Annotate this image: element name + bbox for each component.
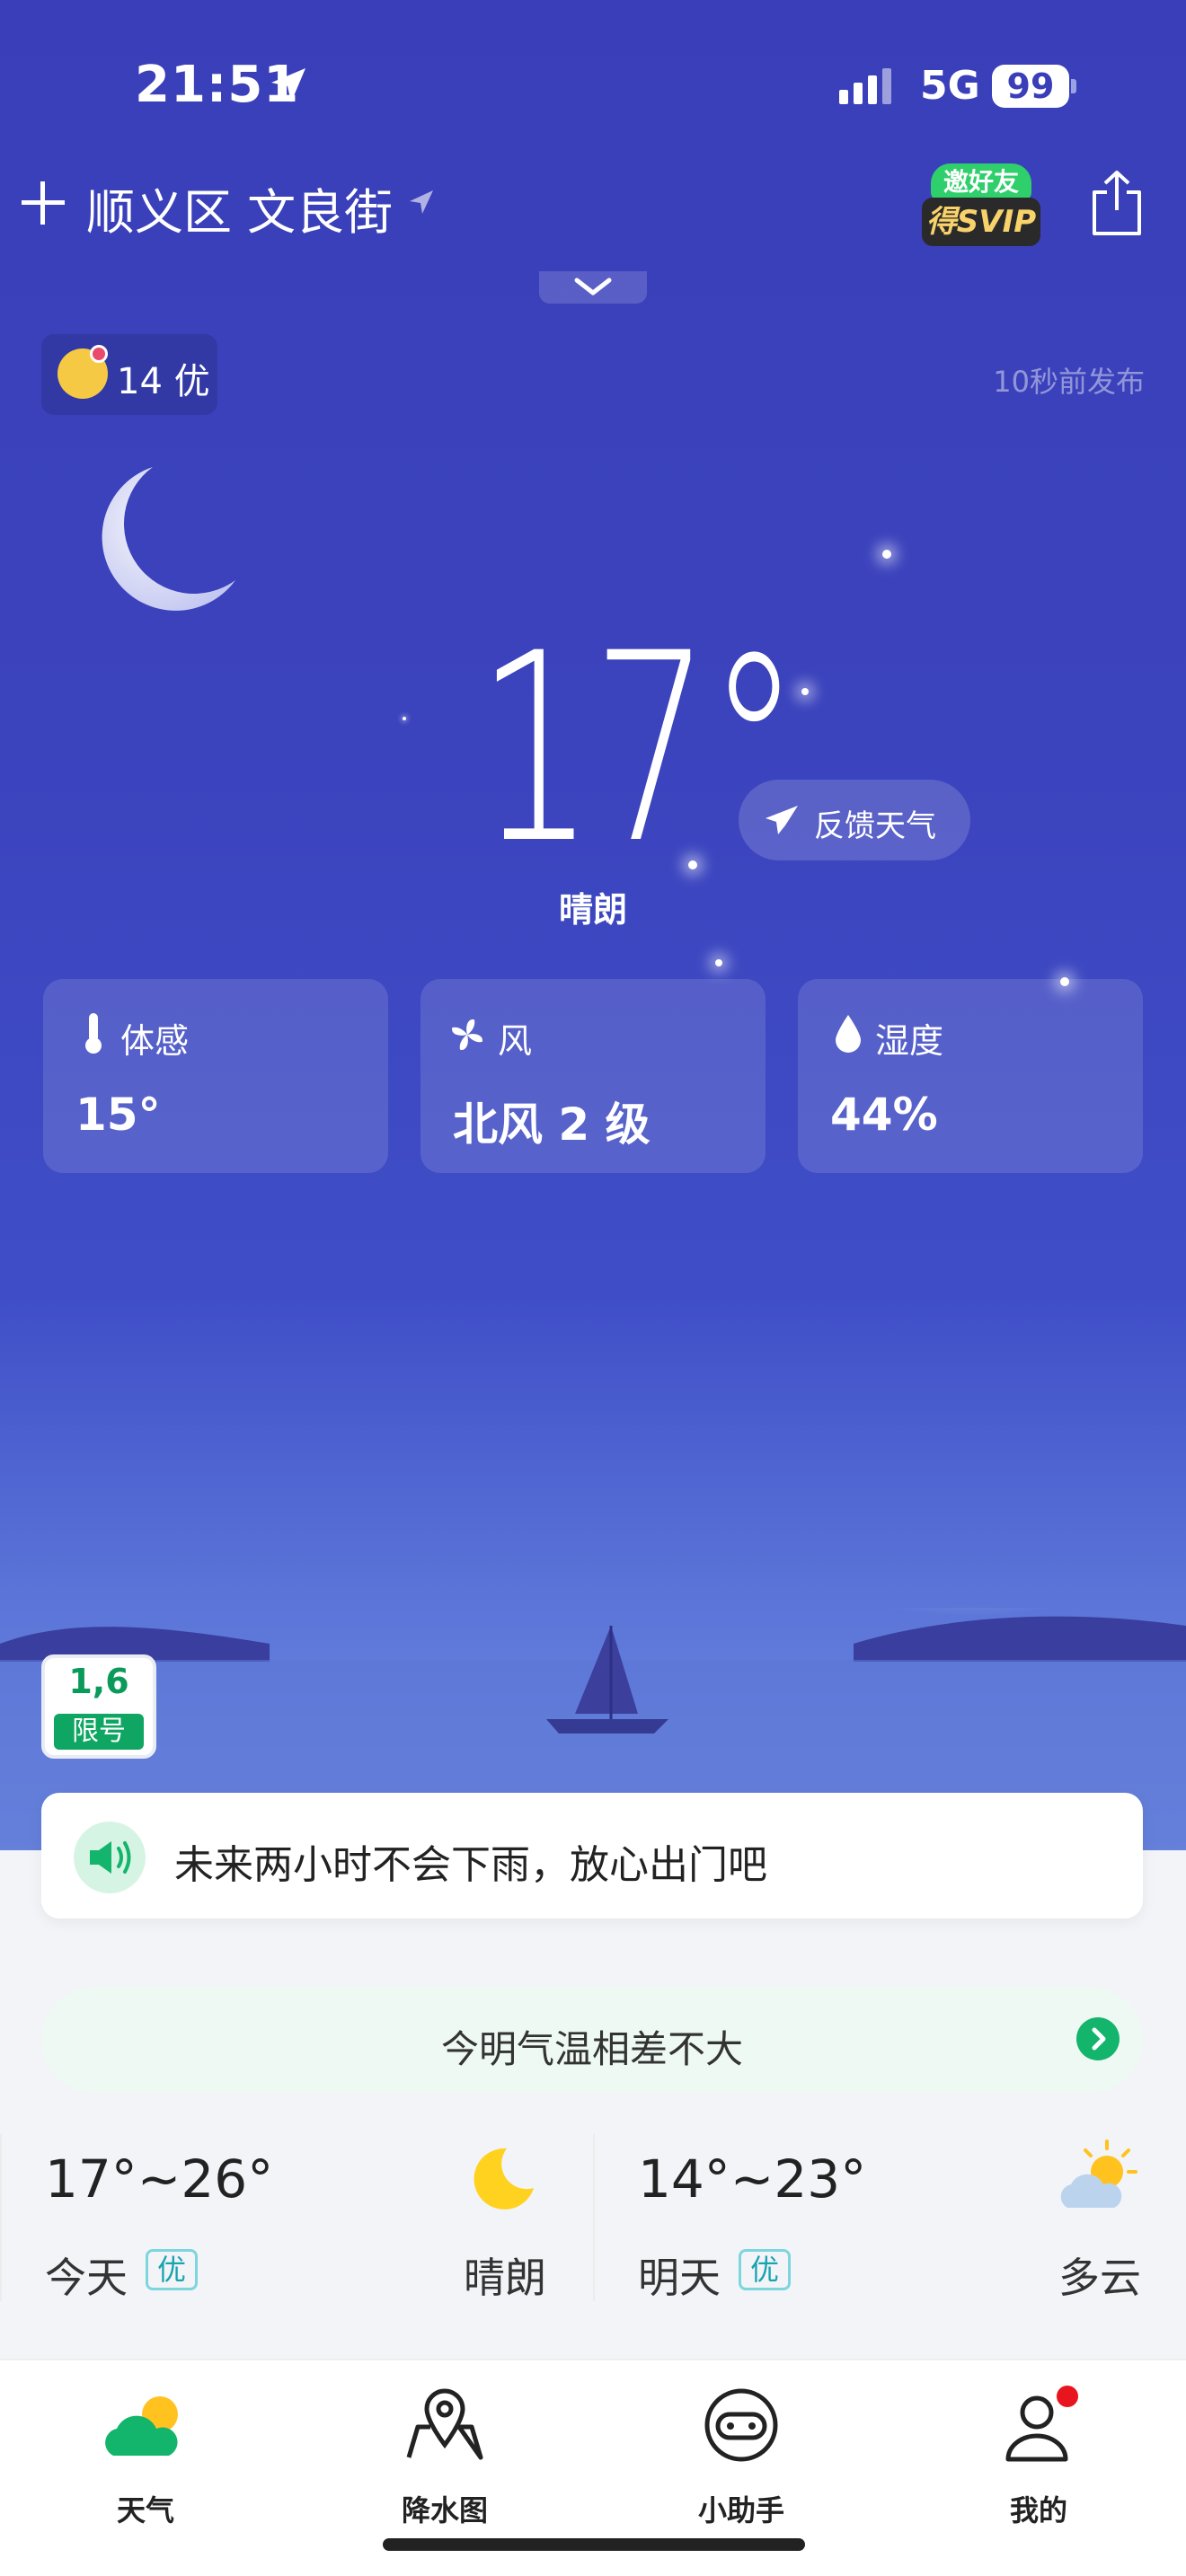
- today-temp-range: 17°~26°: [45, 2148, 274, 2210]
- feedback-weather-button[interactable]: 反馈天气: [739, 780, 970, 860]
- invite-vip-button[interactable]: 邀好友 得SVIP: [922, 163, 1040, 246]
- today-condition: 晴朗: [464, 2254, 546, 2302]
- current-condition: 晴朗: [558, 890, 627, 930]
- home-indicator: [383, 2538, 805, 2551]
- moon-icon: [102, 467, 235, 611]
- today-label: 今天: [45, 2254, 128, 2302]
- tomorrow-label: 明天: [638, 2254, 721, 2302]
- air-quality-badge[interactable]: 14 优: [41, 334, 217, 415]
- publish-time: 10秒前发布: [993, 365, 1145, 399]
- temperature-compare-banner[interactable]: 今明气温相差不大: [41, 1987, 1143, 2093]
- feels-like-label: 体感: [120, 1021, 190, 1061]
- tab-profile-label: 我的: [1009, 2493, 1067, 2527]
- tab-precipitation-label: 降水图: [401, 2493, 488, 2527]
- partly-cloudy-icon: [1060, 2139, 1137, 2208]
- chevron-right-icon: [1076, 2017, 1120, 2060]
- tomorrow-condition: 多云: [1058, 2254, 1141, 2302]
- wind-label: 风: [498, 1021, 533, 1061]
- divider: [0, 2134, 2, 2301]
- network-type: 5G: [920, 63, 980, 109]
- humidity-card[interactable]: 湿度 44%: [798, 979, 1143, 1173]
- traffic-restriction-badge[interactable]: 1,6 限号: [41, 1654, 156, 1759]
- star-icon: [403, 717, 406, 720]
- share-icon[interactable]: [1085, 167, 1148, 239]
- wind-card[interactable]: 风 北风 2 级: [420, 979, 766, 1173]
- battery-level: 99: [992, 65, 1069, 108]
- weather-hero: 21:51 5G 99 顺义区 文良街 邀好友 得SVIP 14 优 10秒前发…: [0, 0, 1186, 1850]
- aqi-value: 14 优: [117, 361, 210, 402]
- moon-icon: [474, 2148, 534, 2210]
- today-forecast[interactable]: 17°~26° 今天 优 晴朗: [45, 2143, 566, 2305]
- vip-invite-label: 邀好友: [931, 163, 1031, 201]
- star-icon: [882, 550, 891, 559]
- feels-like-card[interactable]: 体感 15°: [43, 979, 388, 1173]
- tab-weather-label: 天气: [116, 2493, 174, 2527]
- thermometer-icon: [85, 1013, 102, 1054]
- temperature-compare-text: 今明气温相差不大: [440, 2027, 743, 2071]
- vip-reward-label: 得SVIP: [922, 198, 1040, 246]
- speaker-icon: [74, 1822, 146, 1893]
- cellular-signal-icon: [839, 68, 891, 104]
- restriction-label: 限号: [54, 1714, 144, 1750]
- fan-icon: [452, 1019, 482, 1050]
- location-pin-icon: [410, 190, 433, 214]
- feedback-label: 反馈天气: [814, 808, 936, 844]
- star-icon: [801, 688, 809, 695]
- aqi-alert-dot: [90, 345, 108, 363]
- tomorrow-aqi-badge: 优: [739, 2249, 792, 2290]
- humidity-value: 44%: [830, 1089, 938, 1141]
- feels-like-value: 15°: [75, 1089, 161, 1141]
- water-drop-icon: [836, 1015, 861, 1053]
- today-aqi-badge: 优: [146, 2249, 199, 2290]
- weather-cloud-sun-icon: [105, 2396, 178, 2456]
- wind-value: 北风 2 级: [453, 1098, 651, 1151]
- location-title[interactable]: 顺义区 文良街: [86, 172, 393, 243]
- weather-app-screen: 21:51 5G 99 顺义区 文良街 邀好友 得SVIP 14 优 10秒前发…: [0, 0, 1186, 2576]
- tab-assistant-label: 小助手: [697, 2493, 784, 2527]
- divider: [593, 2134, 595, 2301]
- rain-forecast-card[interactable]: 未来两小时不会下雨，放心出门吧: [41, 1793, 1143, 1919]
- battery-tip: [1071, 79, 1076, 93]
- restriction-numbers: 1,6: [68, 1662, 129, 1701]
- tomorrow-forecast[interactable]: 14°~23° 明天 优 多云: [638, 2139, 1141, 2305]
- chevron-down-icon: [574, 278, 612, 296]
- humidity-label: 湿度: [875, 1021, 944, 1061]
- tomorrow-temp-range: 14°~23°: [638, 2148, 867, 2210]
- location-arrow-icon: [271, 68, 305, 102]
- user-icon: [1005, 2386, 1078, 2462]
- star-icon: [715, 959, 722, 966]
- collapse-toggle[interactable]: [539, 271, 647, 304]
- map-pin-icon: [406, 2388, 483, 2460]
- paper-plane-icon: [766, 806, 798, 834]
- add-city-button[interactable]: [16, 176, 70, 230]
- robot-face-icon: [704, 2388, 778, 2462]
- rain-forecast-text: 未来两小时不会下雨，放心出门吧: [174, 1842, 767, 1888]
